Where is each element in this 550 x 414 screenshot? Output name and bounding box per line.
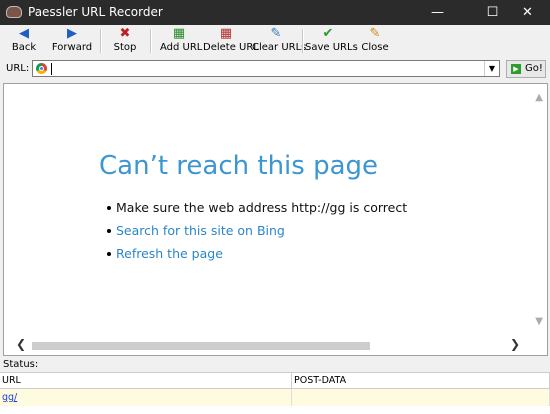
- search-bing-link[interactable]: Search for this site on Bing: [106, 223, 407, 246]
- add-url-button[interactable]: ▦ Add URL: [160, 26, 202, 55]
- forward-button[interactable]: ▶ Forward: [50, 27, 94, 55]
- stop-x-icon: ✖: [119, 26, 131, 41]
- back-button[interactable]: ◀ Back: [6, 27, 42, 55]
- scroll-right-icon[interactable]: ❯: [510, 337, 520, 351]
- add-url-icon: ▦: [172, 26, 186, 41]
- scroll-up-icon[interactable]: ▲: [535, 92, 543, 103]
- app-icon: [6, 6, 22, 18]
- toolbar-separator: [100, 29, 102, 53]
- text-cursor: [51, 63, 52, 75]
- horizontal-scrollbar[interactable]: ❮ ❯: [4, 336, 533, 353]
- scrollbar-thumb[interactable]: [32, 342, 370, 350]
- suggestion-check-address: Make sure the web address http://gg is c…: [106, 200, 407, 223]
- browser-view[interactable]: Can’t reach this page Make sure the web …: [3, 83, 548, 356]
- address-bar: URL: ▼ ▶ Go!: [0, 57, 550, 81]
- go-button[interactable]: ▶ Go!: [506, 60, 546, 78]
- refresh-page-link[interactable]: Refresh the page: [106, 246, 407, 269]
- clear-urls-button[interactable]: ✎ Clear URLs: [252, 26, 306, 55]
- delete-url-icon: ▦: [219, 26, 233, 41]
- column-header-post-data[interactable]: POST-DATA: [292, 373, 550, 389]
- close-window-button[interactable]: ✕: [505, 0, 550, 25]
- error-suggestions: Make sure the web address http://gg is c…: [106, 200, 407, 269]
- scroll-left-icon[interactable]: ❮: [16, 337, 26, 351]
- status-label: Status:: [3, 359, 39, 370]
- url-label: URL:: [6, 63, 30, 74]
- chevron-down-icon[interactable]: ▼: [484, 61, 499, 76]
- title-bar: Paessler URL Recorder — ☐ ✕: [0, 0, 550, 25]
- url-table: URL POST-DATA gg/: [0, 372, 550, 414]
- save-urls-button[interactable]: ✔ Save URLs: [305, 26, 358, 55]
- stop-button[interactable]: ✖ Stop: [110, 27, 140, 55]
- back-arrow-icon: ◀: [19, 26, 29, 41]
- toolbar-separator: [150, 29, 152, 53]
- delete-url-button[interactable]: ▦ Delete URL: [203, 26, 259, 55]
- url-cell[interactable]: gg/: [2, 392, 17, 403]
- url-input[interactable]: ▼: [32, 60, 500, 77]
- close-door-icon: ✎: [369, 26, 381, 41]
- clear-urls-icon: ✎: [270, 26, 282, 41]
- column-header-url[interactable]: URL: [0, 373, 292, 389]
- close-button[interactable]: ✎ Close: [360, 27, 390, 55]
- scroll-down-icon[interactable]: ▼: [535, 316, 543, 327]
- post-data-cell: [292, 389, 550, 406]
- toolbar: ◀ Back ▶ Forward ✖ Stop ▦ Add URL ▦ Dele…: [0, 25, 550, 57]
- error-title: Can’t reach this page: [99, 151, 379, 181]
- toolbar-separator: [302, 29, 304, 53]
- go-arrow-icon: ▶: [511, 64, 521, 74]
- window-title: Paessler URL Recorder: [28, 5, 163, 19]
- minimize-button[interactable]: —: [415, 0, 460, 25]
- forward-arrow-icon: ▶: [67, 26, 77, 41]
- checkmark-icon: ✔: [322, 26, 334, 41]
- browser-icon: [36, 63, 47, 74]
- table-row[interactable]: gg/: [0, 389, 292, 406]
